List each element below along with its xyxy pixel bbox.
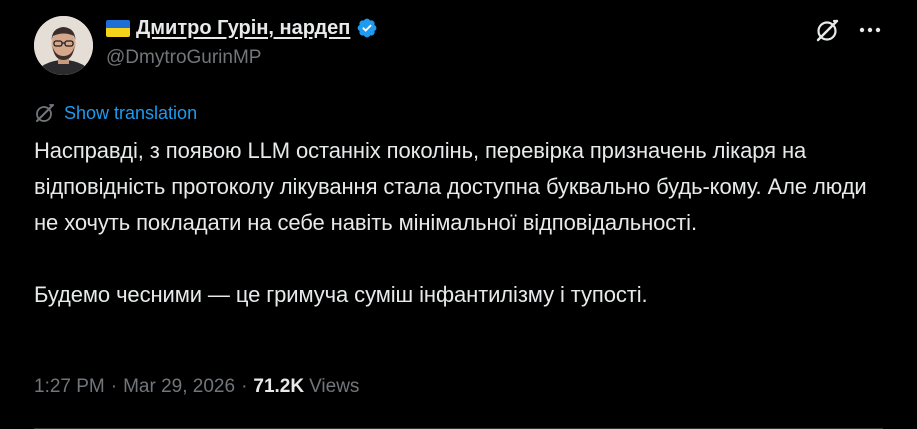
- views-count[interactable]: 71.2K: [253, 376, 304, 398]
- tweet-card: Дмитро Гурін, нардеп @DmytroGurinMP Show…: [0, 0, 917, 429]
- tweet-paragraph: Насправді, з появою LLM останніх поколін…: [34, 138, 867, 235]
- views-label[interactable]: Views: [309, 376, 359, 398]
- tweet-paragraph: Будемо чесними — це гримуча суміш інфант…: [34, 282, 648, 307]
- author-display-name[interactable]: Дмитро Гурін, нардеп: [136, 17, 350, 40]
- tweet-text: Насправді, з появою LLM останніх поколін…: [34, 133, 894, 313]
- author-handle[interactable]: @DmytroGurinMP: [106, 47, 261, 69]
- verified-badge-icon[interactable]: [356, 17, 378, 39]
- grok-icon[interactable]: [814, 16, 842, 44]
- tweet-time[interactable]: 1:27 PM: [34, 376, 105, 398]
- show-translation[interactable]: Show translation: [34, 100, 197, 126]
- tweet-date[interactable]: Mar 29, 2026: [123, 376, 235, 398]
- meta-separator: ·: [110, 376, 118, 397]
- ukraine-flag-icon: [106, 19, 130, 37]
- author-avatar[interactable]: [34, 16, 93, 75]
- more-options-icon[interactable]: [857, 18, 883, 42]
- meta-separator: ·: [241, 376, 248, 397]
- translate-icon: [34, 102, 56, 124]
- show-translation-link[interactable]: Show translation: [64, 103, 197, 124]
- tweet-meta: 1:27 PM · Mar 29, 2026 · 71.2K Views: [34, 374, 359, 400]
- author-name-row[interactable]: Дмитро Гурін, нардеп: [106, 13, 378, 43]
